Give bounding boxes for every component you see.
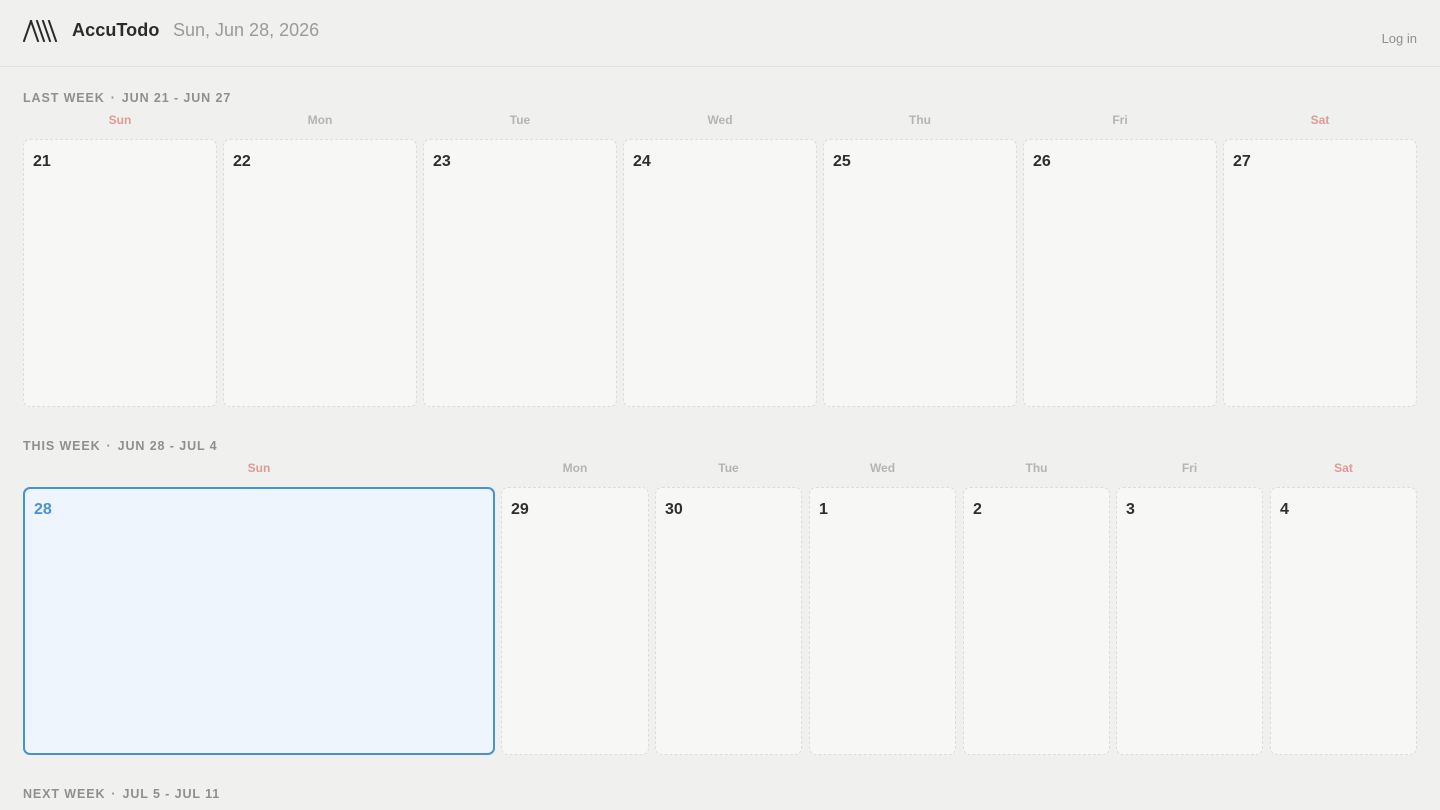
current-date: Sun, Jun 28, 2026 [173,20,320,40]
day-number: 21 [33,153,51,170]
day-number: 29 [511,501,529,518]
day-name: Sun [247,461,271,475]
day-name: Thu [909,113,931,127]
day-card[interactable]: 25 [823,139,1017,407]
day-card[interactable]: 22 [223,139,417,407]
day-number: 1 [819,501,828,518]
day-name: Mon [307,113,333,127]
day-number: 28 [34,501,52,518]
day-name: Tue [509,113,531,127]
day-card-today[interactable]: 28 [23,487,495,755]
day-card[interactable]: 27 [1223,139,1417,407]
day-card[interactable]: 3 [1116,487,1263,755]
week-this: THIS WEEK · JUN 28 - JUL 4 Sun 28 Mon 29 T… [23,439,1417,769]
day-card[interactable]: 21 [23,139,217,407]
day-name: Fri [1181,461,1198,475]
day-number: 27 [1233,153,1251,170]
app-name: AccuTodo [72,20,160,40]
day-number: 24 [633,153,651,170]
day-card[interactable]: 2 [963,487,1110,755]
login-link[interactable]: Log in [1382,31,1417,46]
app-header: AccuTodo Sun, Jun 28, 2026 Log in [0,0,1440,67]
day-number: 4 [1280,501,1289,518]
day-name: Sat [1310,113,1330,127]
day-card[interactable]: 29 [501,487,649,755]
week-label: LAST WEEK · JUN 21 - JUN 27 [23,91,232,105]
week-next: NEXT WEEK · JUL 5 - JUL 11 [23,787,1417,807]
day-number: 22 [233,153,251,170]
day-card[interactable]: 23 [423,139,617,407]
day-name: Thu [1025,461,1048,475]
week-last: LAST WEEK · JUN 21 - JUN 27 Sun 21 Mon 22 … [23,91,1417,421]
day-name: Fri [1112,113,1128,127]
day-number: 25 [833,153,851,170]
day-name: Tue [718,461,739,475]
accutodo-logo-icon [23,20,58,42]
day-number: 3 [1126,501,1135,518]
day-card[interactable]: 1 [809,487,956,755]
day-card[interactable]: 4 [1270,487,1417,755]
day-name: Sun [108,113,132,127]
day-number: 26 [1033,153,1051,170]
day-name: Wed [869,461,896,475]
day-name: Mon [562,461,588,475]
day-card[interactable]: 24 [623,139,817,407]
day-card[interactable]: 30 [655,487,802,755]
week-label: THIS WEEK · JUN 28 - JUL 4 [23,439,218,453]
day-name: Sat [1334,461,1353,475]
week-label: NEXT WEEK · JUL 5 - JUL 11 [23,787,221,801]
day-number: 23 [433,153,451,170]
day-name: Wed [707,113,733,127]
day-card[interactable]: 26 [1023,139,1217,407]
day-number: 30 [665,501,683,518]
day-number: 2 [973,501,982,518]
